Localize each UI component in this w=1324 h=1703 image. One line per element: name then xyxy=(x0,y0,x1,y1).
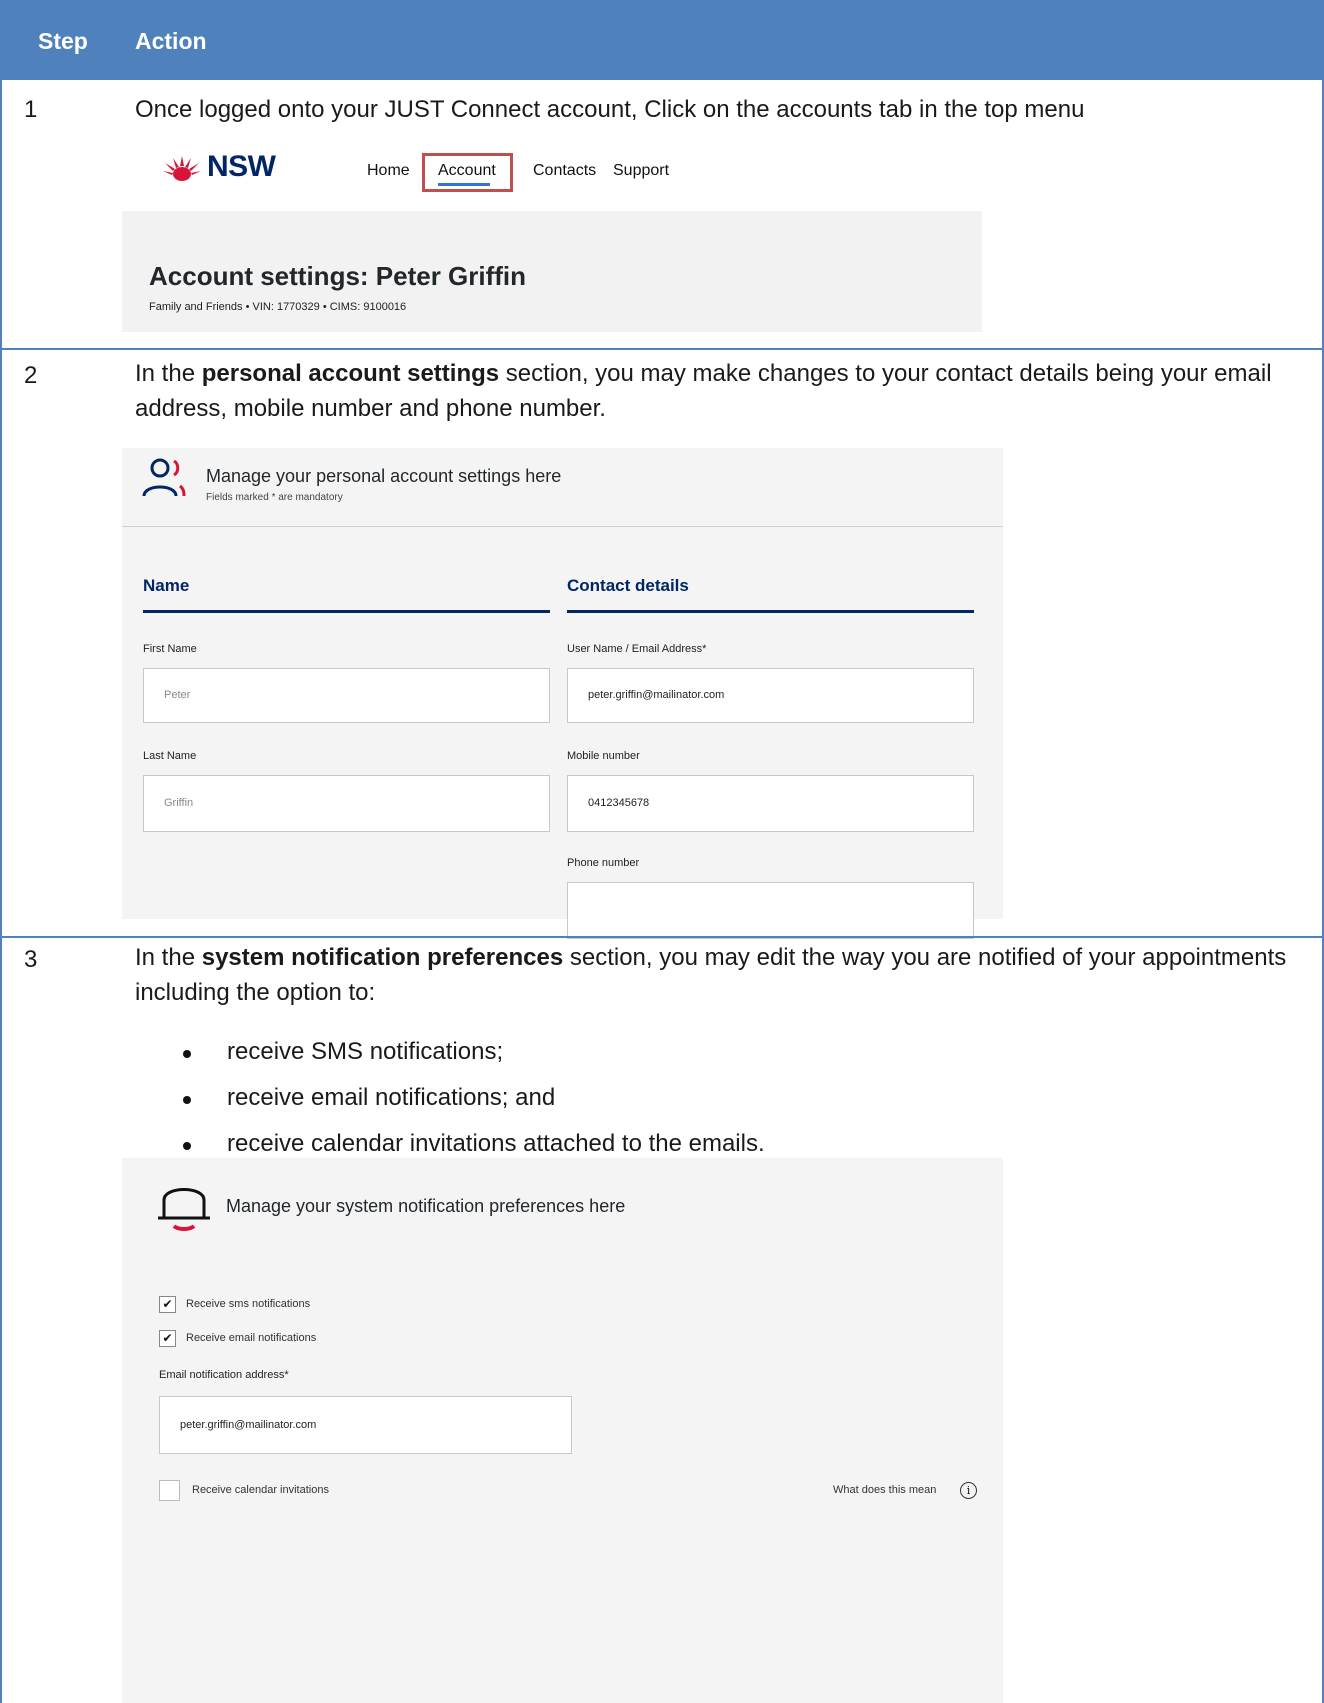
bell-icon xyxy=(158,1188,210,1231)
personal-settings-title: Manage your personal account settings he… xyxy=(206,466,562,486)
account-highlight-box xyxy=(422,153,513,192)
nav-home[interactable]: Home xyxy=(367,162,410,180)
step-3-number: 3 xyxy=(24,946,38,973)
bullet-text: receive calendar invitations attached to… xyxy=(227,1130,765,1157)
bullet-item: receive email notifications; and xyxy=(183,1084,556,1112)
email-notifications-label: Receive email notifications xyxy=(186,1332,317,1344)
action-column-header: Action xyxy=(135,28,207,54)
panel-divider xyxy=(122,526,1003,527)
account-settings-subtitle: Family and Friends • VIN: 1770329 • CIMS… xyxy=(149,301,407,313)
account-settings-banner: Account settings: Peter Griffin Family a… xyxy=(122,211,982,332)
step-2-text-start: In the xyxy=(135,360,202,387)
notification-settings-title: Manage your system notification preferen… xyxy=(226,1196,626,1216)
waratah-logo-icon xyxy=(163,156,201,181)
nav-contacts[interactable]: Contacts xyxy=(533,162,596,180)
step-3-text-bold: system notification preferences xyxy=(201,944,564,971)
what-does-this-mean-link[interactable]: What does this mean xyxy=(833,1484,936,1496)
calendar-label: Receive calendar invitations xyxy=(192,1484,329,1496)
contact-details-heading: Contact details xyxy=(567,576,689,595)
step-3-text: In the system notification preferences s… xyxy=(135,940,1315,1010)
mobile-field[interactable]: 0412345678 xyxy=(567,775,974,832)
step-1-text: Once logged onto your JUST Connect accou… xyxy=(135,96,1085,123)
step-2-text: In the personal account settings section… xyxy=(135,356,1315,426)
first-name-field[interactable]: Peter xyxy=(143,668,550,723)
name-heading-rule xyxy=(143,610,550,613)
last-name-field[interactable]: Griffin xyxy=(143,775,550,832)
email-field[interactable]: peter.griffin@mailinator.com xyxy=(567,668,974,723)
phone-field[interactable] xyxy=(567,882,974,939)
step-2-text-bold: personal account settings xyxy=(201,360,500,387)
check-icon: ✔ xyxy=(162,1331,173,1345)
contact-heading-rule xyxy=(567,610,974,613)
row-divider xyxy=(2,348,1324,350)
instruction-table: Step Action 1 Once logged onto your JUST… xyxy=(0,0,1324,1703)
check-icon: ✔ xyxy=(162,1297,173,1311)
phone-label: Phone number xyxy=(567,857,640,869)
nsw-logo: NSW xyxy=(161,150,291,186)
mobile-label: Mobile number xyxy=(567,750,640,762)
row-divider xyxy=(2,936,1324,938)
step-1-number: 1 xyxy=(24,96,38,123)
mandatory-note: Fields marked * are mandatory xyxy=(206,492,343,503)
bullet-item: receive SMS notifications; xyxy=(183,1038,504,1066)
email-label: User Name / Email Address* xyxy=(567,643,707,655)
email-notification-address-field[interactable]: peter.griffin@mailinator.com xyxy=(159,1396,572,1454)
nsw-logo-text: NSW xyxy=(207,150,276,183)
personal-settings-panel: Manage your personal account settings he… xyxy=(122,448,1003,939)
email-checkbox[interactable]: ✔ xyxy=(159,1330,176,1347)
notification-settings-panel: Manage your system notification preferen… xyxy=(122,1158,1003,1703)
info-icon[interactable]: i xyxy=(960,1482,977,1499)
step-3-text-start: In the xyxy=(135,944,202,971)
sms-checkbox[interactable]: ✔ xyxy=(159,1296,176,1313)
step-column-header: Step xyxy=(38,28,88,54)
name-heading: Name xyxy=(143,576,190,595)
email-notification-address-label: Email notification address* xyxy=(159,1369,289,1381)
account-settings-title: Account settings: Peter Griffin xyxy=(149,261,527,291)
person-icon xyxy=(142,458,186,497)
sms-label: Receive sms notifications xyxy=(186,1298,311,1310)
step-2-number: 2 xyxy=(24,362,38,389)
nav-support[interactable]: Support xyxy=(613,162,669,180)
bullet-item: receive calendar invitations attached to… xyxy=(183,1130,765,1158)
bullet-text: receive SMS notifications; xyxy=(227,1038,504,1065)
table-header: Step Action xyxy=(2,0,1324,80)
calendar-checkbox[interactable] xyxy=(159,1480,180,1501)
first-name-label: First Name xyxy=(143,643,197,655)
bullet-text: receive email notifications; and xyxy=(227,1084,556,1111)
last-name-label: Last Name xyxy=(143,750,197,762)
